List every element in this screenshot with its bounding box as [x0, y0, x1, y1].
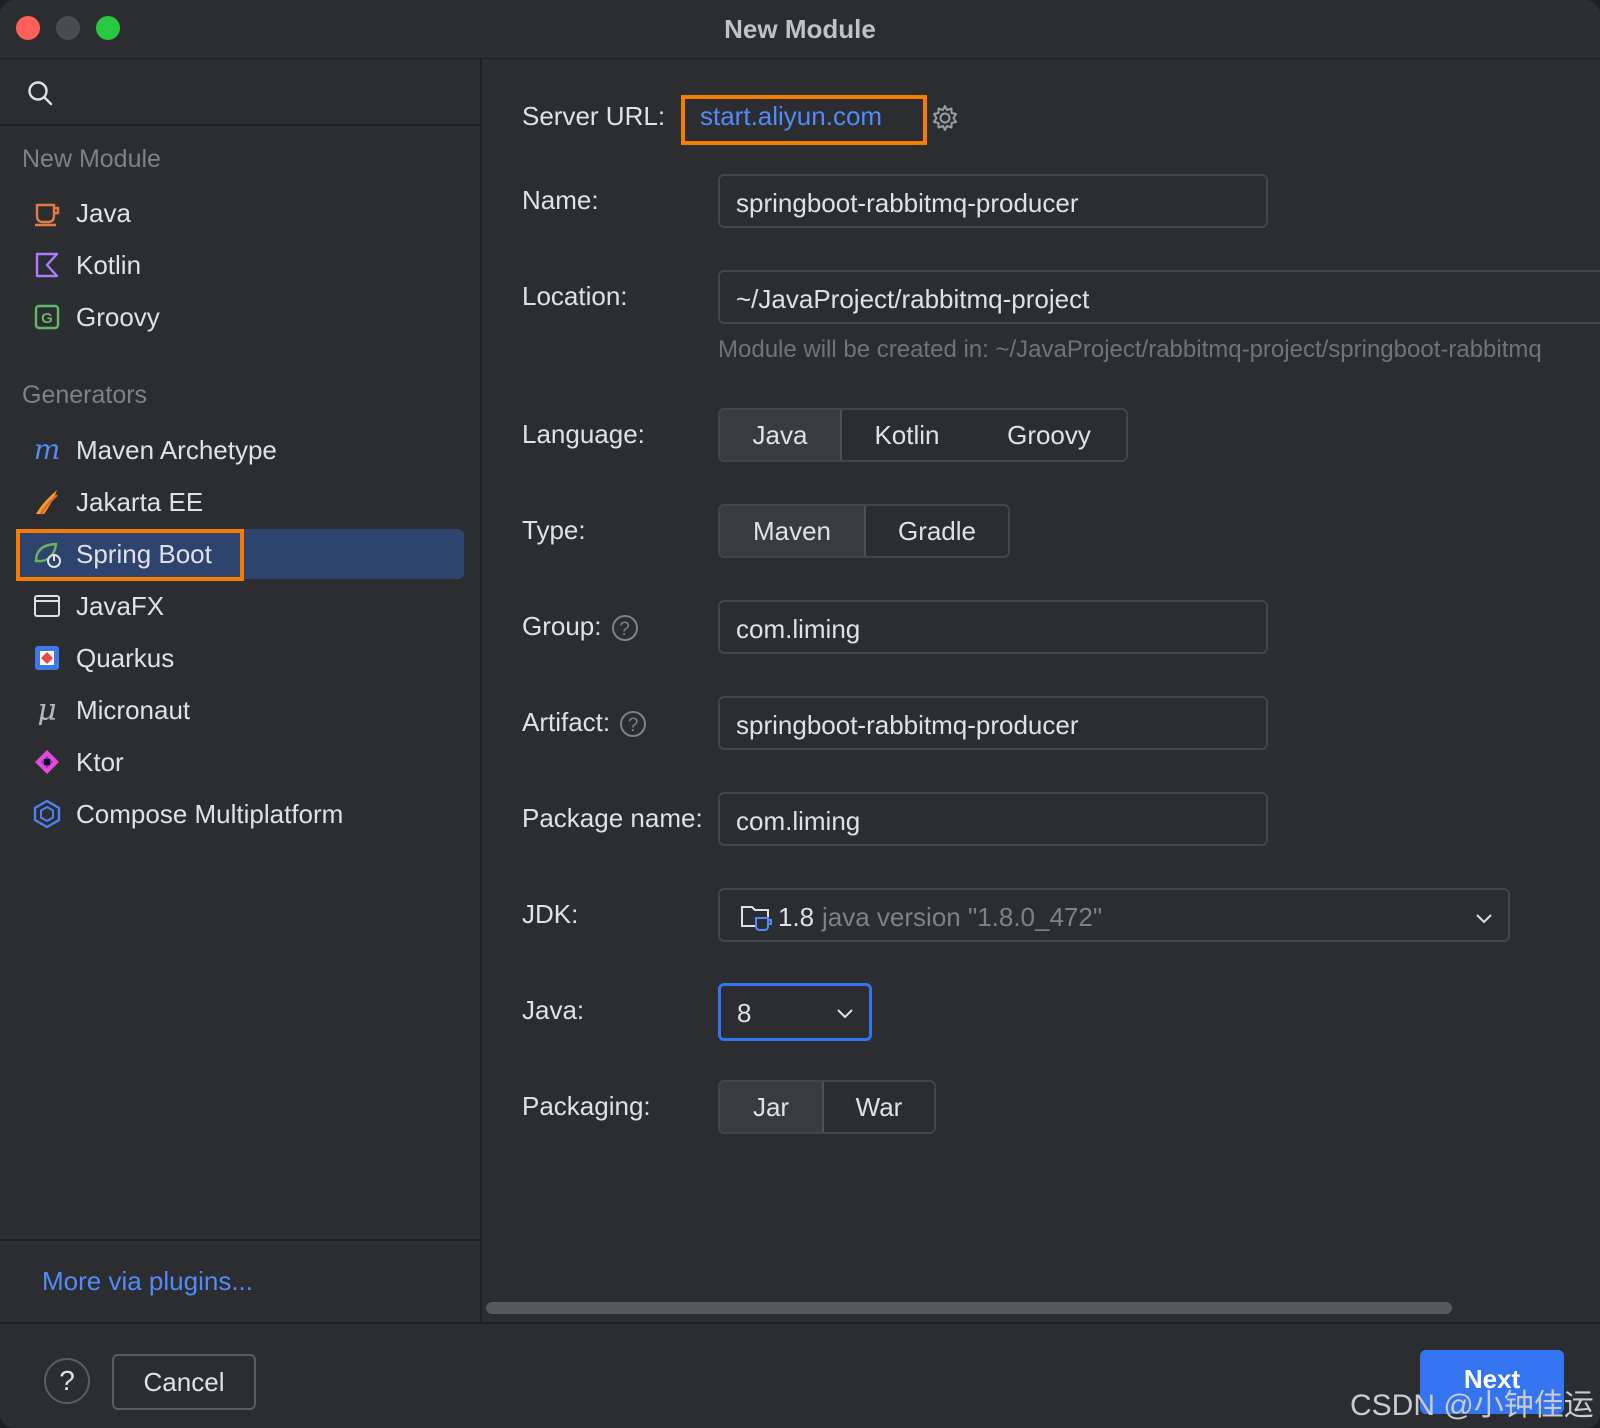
help-button[interactable]: ? [44, 1358, 90, 1404]
language-label: Language: [522, 419, 645, 449]
svg-text:m: m [34, 435, 61, 465]
jdk-version: 1.8 [778, 902, 815, 932]
group-label-text: Group: [522, 611, 602, 641]
type-label: Type: [522, 515, 586, 545]
sidebar-item-jakarta-ee[interactable]: Jakarta EE [16, 477, 464, 527]
groovy-icon: G [34, 304, 60, 330]
jdk-folder-icon [741, 906, 772, 931]
sidebar: New Module Java Kotlin G Groovy Generato… [0, 59, 482, 1322]
sidebar-item-label: Compose Multiplatform [76, 799, 344, 829]
annotation-highlight-spring-boot [16, 529, 244, 581]
sidebar-item-kotlin[interactable]: Kotlin [16, 240, 464, 290]
sidebar-item-label: Jakarta EE [76, 487, 204, 517]
artifact-value: springboot-rabbitmq-producer [736, 710, 1079, 740]
search-icon[interactable] [26, 79, 54, 107]
artifact-label-text: Artifact: [522, 707, 611, 737]
language-option-kotlin[interactable]: Kotlin [842, 410, 972, 460]
group-field[interactable]: com.liming [718, 600, 1268, 654]
name-label: Name: [522, 185, 599, 215]
sidebar-item-compose-multiplatform[interactable]: Compose Multiplatform [16, 789, 464, 839]
horizontal-scrollbar[interactable] [486, 1302, 1452, 1314]
javafx-icon [34, 595, 60, 617]
name-value: springboot-rabbitmq-producer [736, 188, 1079, 218]
location-field[interactable]: ~/JavaProject/rabbitmq-project [718, 270, 1600, 324]
packaging-selector: Jar War [718, 1080, 936, 1134]
maven-icon: m [34, 435, 61, 465]
server-url-label: Server URL: [522, 101, 666, 131]
watermark: CSDN @小钟佳运 [1350, 1389, 1594, 1422]
sidebar-item-label: JavaFX [76, 591, 165, 621]
svg-text:G: G [41, 310, 53, 327]
sidebar-item-label: Maven Archetype [76, 435, 277, 465]
section-new-module: New Module [22, 145, 161, 173]
package-name-label: Package name: [522, 803, 703, 833]
packaging-label: Packaging: [522, 1091, 651, 1121]
package-name-value: com.liming [736, 806, 861, 836]
sidebar-item-groovy[interactable]: G Groovy [16, 292, 464, 342]
kotlin-icon [35, 252, 59, 278]
artifact-field[interactable]: springboot-rabbitmq-producer [718, 696, 1268, 750]
sidebar-search[interactable] [0, 59, 480, 126]
ktor-icon [35, 750, 59, 774]
sidebar-item-label: Ktor [76, 747, 124, 777]
jdk-detail: java version "1.8.0_472" [822, 902, 1103, 932]
sidebar-item-ktor[interactable]: Ktor [16, 737, 464, 787]
java-version-dropdown[interactable]: 8 [718, 983, 872, 1041]
packaging-option-jar[interactable]: Jar [720, 1082, 824, 1132]
type-option-maven[interactable]: Maven [720, 506, 866, 556]
artifact-help-icon[interactable]: ? [620, 711, 647, 738]
title-bar: New Module [0, 0, 1600, 59]
java-label: Java: [522, 995, 585, 1025]
language-option-java[interactable]: Java [720, 410, 842, 460]
language-option-groovy[interactable]: Groovy [972, 410, 1126, 460]
sidebar-item-label: Kotlin [76, 250, 142, 280]
dialog-footer: ? Cancel Next CSDN @小钟佳运 [0, 1322, 1600, 1428]
group-value: com.liming [736, 614, 861, 644]
cancel-button[interactable]: Cancel [112, 1354, 256, 1410]
sidebar-item-label: Groovy [76, 302, 160, 332]
sidebar-item-micronaut[interactable]: μ Micronaut [16, 685, 464, 735]
group-help-icon[interactable]: ? [611, 615, 638, 642]
sidebar-item-java[interactable]: Java [16, 188, 464, 238]
package-name-field[interactable]: com.liming [718, 792, 1268, 846]
sidebar-divider [0, 1239, 480, 1241]
type-option-gradle[interactable]: Gradle [866, 506, 1008, 556]
artifact-label: Artifact:? [522, 707, 647, 738]
section-generators: Generators [22, 381, 148, 409]
svg-text:μ: μ [37, 695, 57, 725]
jdk-label: JDK: [522, 899, 579, 929]
sidebar-item-label: Quarkus [76, 643, 175, 673]
sidebar-item-label: Java [76, 198, 131, 228]
module-form: Server URL: start.aliyun.com Name: sprin… [482, 59, 1600, 1322]
jdk-dropdown[interactable]: 1.8 java version "1.8.0_472" [718, 888, 1510, 942]
packaging-option-war[interactable]: War [824, 1082, 934, 1132]
quarkus-icon [35, 646, 59, 670]
compose-icon [33, 799, 61, 829]
java-version-value: 8 [737, 998, 752, 1028]
sidebar-item-javafx[interactable]: JavaFX [16, 581, 464, 631]
gear-icon[interactable] [930, 103, 960, 133]
group-label: Group:? [522, 611, 638, 642]
micronaut-icon: μ [37, 695, 57, 725]
sidebar-item-quarkus[interactable]: Quarkus [16, 633, 464, 683]
more-via-plugins-link[interactable]: More via plugins... [42, 1266, 253, 1297]
location-label: Location: [522, 281, 628, 311]
type-selector: Maven Gradle [718, 504, 1010, 558]
chevron-down-icon [837, 1009, 853, 1019]
java-cup-icon [35, 203, 60, 227]
server-url-link[interactable]: start.aliyun.com [700, 101, 882, 132]
sidebar-item-label: Micronaut [76, 695, 191, 725]
name-field[interactable]: springboot-rabbitmq-producer [718, 174, 1268, 228]
sidebar-item-maven-archetype[interactable]: m Maven Archetype [16, 425, 464, 475]
jakarta-icon [36, 490, 58, 515]
window-title: New Module [724, 14, 876, 44]
location-value: ~/JavaProject/rabbitmq-project [736, 284, 1090, 314]
chevron-down-icon [1476, 914, 1492, 924]
location-hint: Module will be created in: ~/JavaProject… [718, 336, 1542, 363]
new-module-dialog: New Module New Module Java Kotlin G Groo… [0, 0, 1600, 1428]
language-selector: Java Kotlin Groovy [718, 408, 1128, 462]
